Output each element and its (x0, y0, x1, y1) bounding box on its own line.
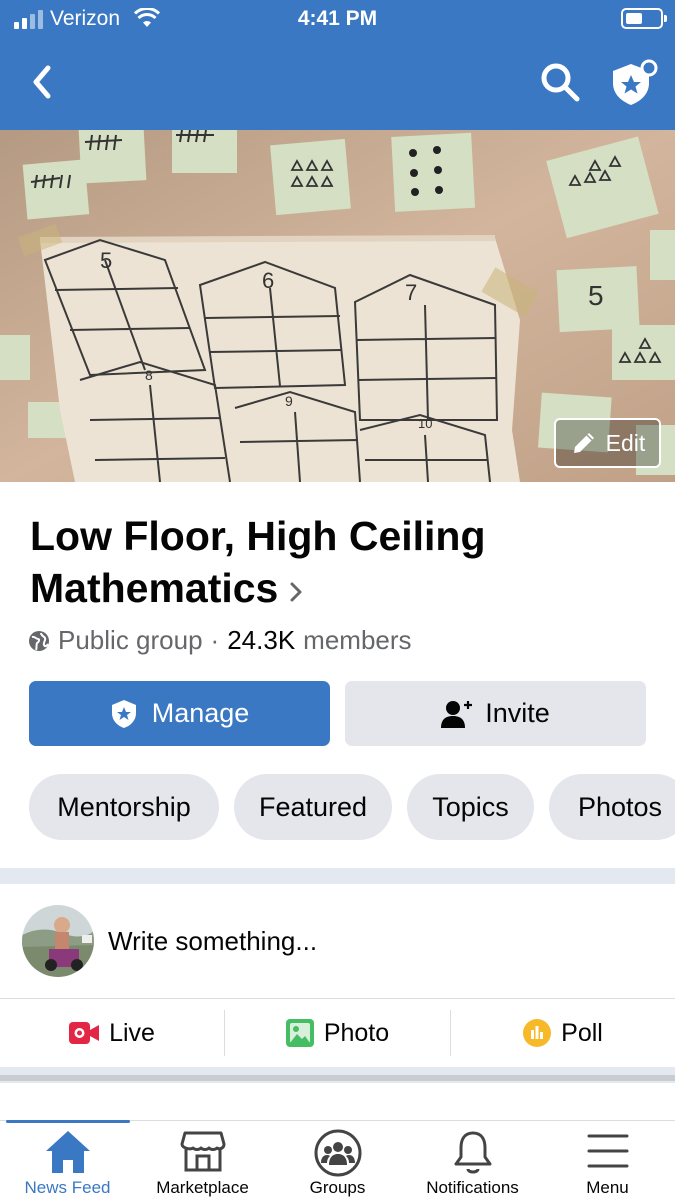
manage-button[interactable]: Manage (29, 681, 330, 746)
live-button[interactable]: Live (0, 999, 224, 1067)
hamburger-menu-icon (587, 1134, 628, 1168)
poll-label: Poll (561, 1018, 603, 1047)
clock: 4:41 PM (297, 7, 378, 30)
bell-icon (454, 1131, 491, 1174)
members-label: members (303, 625, 412, 655)
group-tabs: Mentorship Featured Topics Photos (29, 774, 675, 840)
meta-separator: · (210, 625, 220, 655)
search-icon (541, 63, 580, 102)
chip-photos[interactable]: Photos (549, 774, 675, 840)
storefront-icon (180, 1131, 225, 1172)
status-bar: Verizon 4:41 PM (0, 0, 675, 40)
live-label: Live (109, 1018, 155, 1047)
group-title-text: Low Floor, High Ceiling Mathematics (30, 513, 486, 611)
poll-icon (523, 1019, 552, 1047)
chip-featured[interactable]: Featured (234, 774, 392, 840)
tab-notifications[interactable]: Notifications (405, 1121, 540, 1200)
top-bar: Verizon 4:41 PM (0, 0, 675, 130)
tab-menu[interactable]: Menu (540, 1121, 675, 1200)
shield-star-icon (613, 59, 658, 105)
group-meta: Public group · 24.3K members (28, 625, 412, 656)
groups-icon (314, 1129, 361, 1177)
avatar[interactable] (22, 905, 94, 977)
section-divider (0, 1067, 675, 1083)
chevron-left-icon (33, 65, 51, 99)
chip-mentorship[interactable]: Mentorship (29, 774, 219, 840)
tab-label: Menu (586, 1178, 629, 1197)
edit-cover-button[interactable]: Edit (554, 418, 661, 468)
photo-icon (285, 1019, 314, 1047)
house-number: 6 (262, 268, 274, 293)
tab-label: Groups (309, 1178, 366, 1197)
add-person-icon (441, 700, 473, 728)
search-button[interactable] (538, 60, 582, 104)
tab-groups[interactable]: Groups (270, 1121, 405, 1200)
tab-label: News Feed (24, 1178, 111, 1197)
tab-news-feed[interactable]: News Feed (0, 1120, 135, 1200)
shield-star-icon (111, 699, 136, 728)
composer-actions: Live Photo Poll (0, 999, 675, 1067)
invite-button[interactable]: Invite (345, 681, 646, 746)
house-number: 10 (418, 416, 432, 431)
photo-label: Photo (323, 1018, 390, 1047)
poll-button[interactable]: Poll (451, 999, 675, 1067)
home-icon (45, 1131, 90, 1173)
member-count: 24.3K (227, 625, 296, 655)
photo-button[interactable]: Photo (225, 999, 450, 1067)
sticky-number: 5 (588, 280, 604, 311)
tab-label: Notifications (426, 1178, 519, 1197)
edit-label: Edit (605, 429, 646, 456)
composer-input[interactable]: Write something... (108, 926, 317, 957)
house-number: 5 (100, 248, 112, 273)
chevron-right-icon (286, 565, 306, 617)
pencil-icon (573, 433, 594, 453)
bottom-tab-bar: News Feed Marketplace Groups Notificatio… (0, 1120, 675, 1200)
tab-marketplace[interactable]: Marketplace (135, 1121, 270, 1200)
invite-label: Invite (485, 698, 550, 728)
privacy-label: Public group (58, 625, 203, 655)
back-button[interactable] (28, 62, 58, 102)
group-title[interactable]: Low Floor, High Ceiling Mathematics (30, 510, 630, 617)
manage-label: Manage (151, 698, 250, 728)
section-divider (0, 868, 675, 884)
globe-icon (29, 630, 49, 651)
battery-icon (621, 8, 667, 29)
house-number: 8 (145, 367, 153, 383)
chip-topics[interactable]: Topics (407, 774, 534, 840)
tab-label: Marketplace (156, 1178, 249, 1197)
video-camera-icon (69, 1022, 100, 1044)
house-number: 7 (405, 280, 417, 305)
admin-tools-button[interactable] (606, 56, 660, 110)
house-number: 9 (285, 393, 293, 409)
